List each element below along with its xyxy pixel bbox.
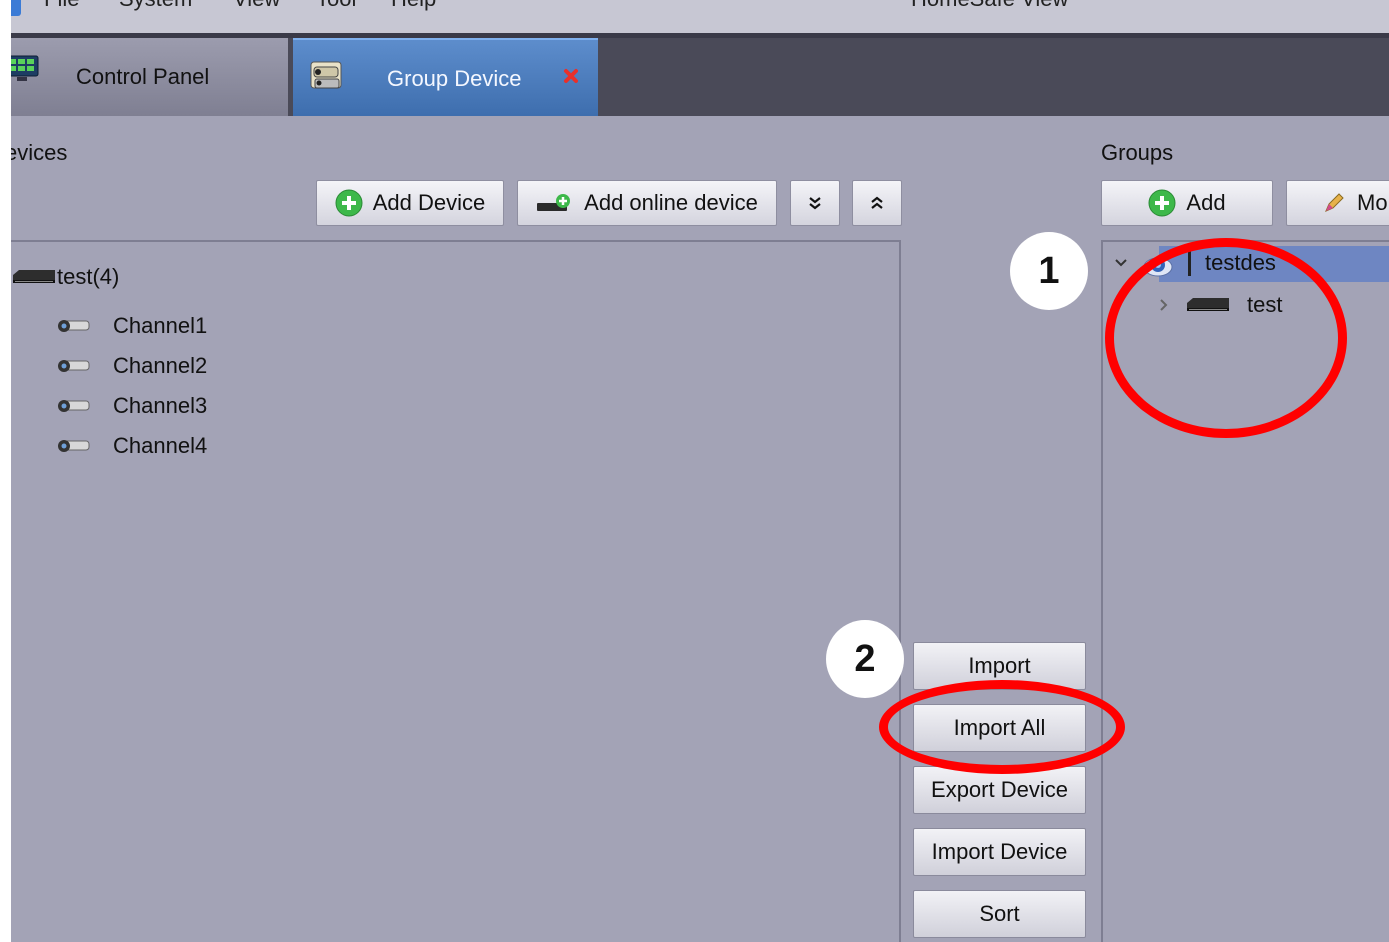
online-device-icon [537,194,571,211]
add-circle-icon [1148,189,1176,217]
camera-icon [58,440,90,452]
channel-label: Channel3 [113,393,208,418]
annotation-ring-2 [879,680,1125,774]
channel-label: Channel4 [113,433,208,458]
camera-icon [58,360,90,372]
channel-item[interactable]: Channel1 [53,311,207,341]
application-window: File System View Tool Help HomeSafe View… [11,0,1389,942]
chevron-down-icon[interactable] [1114,258,1128,268]
annotation-badge-1: 1 [1010,232,1088,310]
sort-label: Sort [979,901,1020,926]
camera-group-icon [310,61,342,89]
add-device-label: Add Device [372,190,486,215]
pencil-icon [1325,193,1344,212]
modify-group-label: Mo [1357,190,1388,215]
double-chevron-down-icon [809,197,821,210]
dvr-device-icon [13,270,55,283]
collapse-all-button[interactable] [852,180,902,226]
channel-label: Channel1 [113,313,208,338]
menu-view[interactable]: View [233,0,280,12]
add-group-label: Add [1186,190,1226,215]
channel-item[interactable]: Channel4 [53,431,207,461]
import-device-label: Import Device [931,839,1068,864]
channel-item[interactable]: Channel3 [53,391,207,421]
sort-button[interactable]: Sort [913,890,1086,938]
menu-help[interactable]: Help [391,0,436,12]
add-group-button[interactable]: Add [1101,180,1273,226]
double-chevron-up-icon [871,196,883,209]
menu-system[interactable]: System [119,0,192,12]
tab-control-panel[interactable]: Control Panel [11,38,288,116]
import-device-button[interactable]: Import Device [913,828,1086,876]
expand-all-button[interactable] [790,180,840,226]
add-online-device-label: Add online device [584,190,758,215]
menu-tool[interactable]: Tool [316,0,356,12]
camera-icon [58,320,90,332]
tab-control-panel-label: Control Panel [76,64,210,89]
annotation-ring-1 [1105,238,1347,438]
groups-title: Groups [1101,140,1174,165]
channel-item[interactable]: Channel2 [53,351,207,381]
import-label: Import [968,653,1031,678]
devices-tree-panel[interactable] [11,240,901,942]
channel-label: Channel2 [113,353,208,378]
export-device-label: Export Device [931,777,1068,802]
add-device-button[interactable]: Add Device [316,180,504,226]
device-tree-root[interactable]: test(4) [11,262,119,292]
camera-icon [58,400,90,412]
window-title: HomeSafe View [911,0,1068,12]
control-panel-icon [11,55,39,81]
modify-group-button[interactable]: Mo [1286,180,1389,226]
menu-file[interactable]: File [44,0,79,12]
annotation-badge-2: 2 [826,620,904,698]
device-tree-root-label: test(4) [57,264,120,289]
add-online-device-button[interactable]: Add online device [517,180,777,226]
menu-bar: File System View Tool Help HomeSafe View [11,0,1389,33]
add-circle-icon [335,189,363,217]
tab-group-device-label: Group Device [387,66,522,91]
tab-bar: Control Panel Group Device [11,38,1389,116]
close-icon[interactable] [563,68,579,84]
devices-title: evices [11,140,68,165]
tab-group-device[interactable]: Group Device [293,38,598,116]
app-logo-icon [11,0,21,16]
